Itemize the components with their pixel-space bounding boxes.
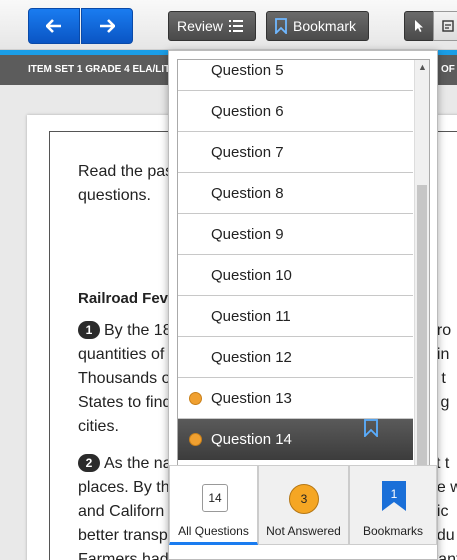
app-root: Review Bookmark ITEM SET 1 GRADE 4 ELA/L… [0, 0, 457, 560]
notepad-icon [442, 20, 454, 32]
item-page-of: OF [441, 64, 455, 75]
paragraph-1-line: States to find [78, 394, 172, 411]
question-row[interactable]: Question 10 [178, 255, 413, 296]
tab-bookmarks[interactable]: 1 Bookmarks [349, 465, 437, 545]
paragraph-1-line: Thousands o [78, 370, 171, 387]
review-button[interactable]: Review [168, 11, 256, 41]
bookmark-icon [364, 419, 378, 437]
question-label: Question 12 [211, 348, 292, 366]
paragraph-2-line: 2 As the na [78, 452, 172, 476]
question-label: Question 8 [211, 184, 284, 202]
question-list[interactable]: Question 14 Question 13 Question 12 Questio… [177, 59, 430, 511]
all-questions-count-badge: 14 [202, 484, 228, 512]
next-button[interactable] [81, 8, 133, 44]
question-row[interactable]: Question 8 [178, 173, 413, 214]
tab-all-questions[interactable]: 14 All Questions [169, 465, 258, 545]
previous-button[interactable] [28, 8, 80, 44]
paragraph-text: By the 18 [104, 322, 172, 339]
bookmarks-count: 1 [390, 487, 398, 501]
bookmarks-count-badge: 1 [381, 480, 407, 515]
review-filter-tabs: 14 All Questions 3 Not Answered 1 Bookma… [169, 465, 437, 559]
question-label: Question 13 [211, 389, 292, 407]
question-row[interactable]: Question 14 [178, 419, 413, 460]
paragraph-1-line: cities. [78, 418, 119, 435]
question-row[interactable]: Question 12 [178, 337, 413, 378]
question-label: Question 5 [211, 61, 284, 79]
unanswered-dot-icon [189, 392, 202, 405]
not-answered-count-badge: 3 [289, 484, 319, 514]
question-label: Question 10 [211, 266, 292, 284]
tab-label: Bookmarks [362, 524, 424, 538]
question-label: Question 7 [211, 143, 284, 161]
paragraph-2-line: places. By th [78, 479, 170, 496]
paragraph-text: As the na [104, 455, 172, 472]
paragraph-1-line: quantities of [78, 346, 165, 363]
tab-not-answered[interactable]: 3 Not Answered [258, 465, 349, 545]
passage-intro-line: Read the pas [78, 163, 174, 180]
question-label: Question 6 [211, 102, 284, 120]
cursor-icon [415, 20, 423, 32]
question-row[interactable]: Question 7 [178, 132, 413, 173]
scrollbar-thumb[interactable] [417, 185, 427, 475]
notepad-tool-button[interactable] [433, 11, 457, 41]
question-row[interactable]: Question 5 [178, 60, 413, 91]
review-dropdown-panel: Question 14 Question 13 Question 12 Questio… [168, 50, 438, 560]
question-label: Question 14 [211, 431, 292, 448]
passage-title: Railroad Fev [78, 290, 169, 307]
question-row[interactable]: Question 11 [178, 296, 413, 337]
question-label: Question 11 [211, 307, 291, 325]
tab-label: All Questions [178, 524, 249, 538]
item-set-title: ITEM SET 1 GRADE 4 ELA/LITERACY [28, 64, 168, 75]
arrow-right-icon [100, 19, 115, 33]
bookmark-icon [275, 18, 287, 34]
question-row[interactable]: Question 6 [178, 91, 413, 132]
question-label: Question 9 [211, 225, 284, 243]
unanswered-dot-icon [189, 433, 202, 446]
question-row[interactable]: Question 9 [178, 214, 413, 255]
bookmark-label: Bookmark [293, 18, 357, 34]
review-label: Review [177, 18, 223, 34]
bookmark-button[interactable]: Bookmark [266, 11, 369, 41]
paragraph-number: 2 [78, 454, 100, 472]
arrow-left-icon [46, 19, 61, 33]
paragraph-1-line: 1 By the 18 [78, 319, 172, 343]
top-toolbar: Review Bookmark [0, 0, 457, 50]
list-icon [228, 20, 243, 32]
pointer-tool-button[interactable] [404, 11, 434, 41]
tab-label: Not Answered [266, 524, 341, 538]
passage-intro-line: questions. [78, 187, 151, 204]
paragraph-2-line: better transp [78, 527, 168, 544]
paragraph-2-line: and Californ [78, 503, 165, 520]
scroll-up-arrow-icon[interactable]: ▲ [418, 62, 427, 72]
paragraph-number: 1 [78, 321, 100, 339]
question-row[interactable]: Question 13 [178, 378, 413, 419]
